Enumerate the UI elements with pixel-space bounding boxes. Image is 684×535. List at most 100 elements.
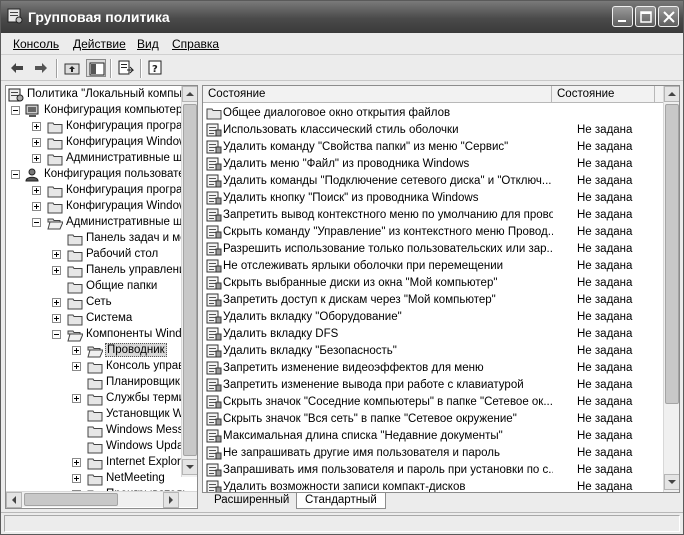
tree-item[interactable]: Панель задач и меню	[6, 231, 197, 247]
list-row[interactable]: Удалить кнопку "Поиск" из проводника Win…	[203, 190, 663, 207]
scroll-left-button[interactable]	[6, 492, 22, 508]
expand-icon[interactable]	[32, 122, 41, 131]
back-button[interactable]	[7, 59, 27, 77]
tree-item[interactable]: Конфигурация компьютера	[6, 103, 189, 119]
list-row[interactable]: Запретить доступ к дискам через "Мой ком…	[203, 292, 663, 309]
tree-item[interactable]: Общие папки	[6, 279, 181, 295]
expand-icon[interactable]	[72, 362, 81, 371]
tree-item[interactable]: NetMeeting	[6, 471, 181, 487]
expand-icon[interactable]	[52, 266, 61, 275]
tree-item[interactable]: Компоненты Windows	[6, 327, 197, 343]
tree-item[interactable]: Проводник	[6, 343, 181, 359]
help-button[interactable]: ?	[146, 59, 166, 77]
scroll-down-button[interactable]	[182, 459, 197, 475]
tree-item[interactable]: Internet Explorer	[6, 455, 191, 471]
tree-item[interactable]: Система	[6, 311, 181, 327]
list-row[interactable]: Не отслеживать ярлыки оболочки при перем…	[203, 258, 663, 275]
tree-item[interactable]: Windows Messenger	[6, 423, 197, 439]
list-row[interactable]: Удалить команды "Подключение сетевого ди…	[203, 173, 663, 190]
tree-horizontal-scrollbar[interactable]	[6, 491, 197, 508]
menu-help[interactable]: Справка	[172, 37, 219, 51]
expand-icon[interactable]	[52, 314, 61, 323]
list-row[interactable]: Удалить вкладку DFS Не задана	[203, 326, 663, 343]
tab-standard[interactable]: Стандартный	[296, 493, 386, 509]
show-hide-tree-button[interactable]	[86, 59, 106, 77]
menu-action[interactable]: Действие	[73, 37, 126, 51]
menu-console[interactable]: Консоль	[13, 37, 59, 51]
tree-item[interactable]: Панель управления	[6, 263, 192, 279]
scroll-down-button[interactable]	[664, 474, 679, 490]
maximize-button[interactable]	[635, 6, 656, 27]
close-button[interactable]	[658, 6, 679, 27]
expand-icon[interactable]	[32, 138, 41, 147]
list-row[interactable]: Удалить возможности записи компакт-диско…	[203, 479, 663, 492]
expand-icon[interactable]	[32, 154, 41, 163]
expand-icon[interactable]	[72, 458, 81, 467]
scroll-up-button[interactable]	[664, 86, 679, 102]
export-list-button[interactable]	[116, 59, 136, 77]
tree-item[interactable]: Планировщик задач	[6, 375, 197, 391]
up-one-level-button[interactable]	[62, 59, 82, 77]
column-header-setting[interactable]: Состояние	[203, 86, 552, 103]
tree-item[interactable]: Конфигурация Windows	[6, 199, 193, 215]
console-tree[interactable]: Политика "Локальный компьютер" Конфигурац…	[5, 85, 198, 509]
list-row[interactable]: Запретить изменение видеоэффектов для ме…	[203, 360, 663, 377]
tree-item[interactable]: Конфигурация пользователя	[6, 167, 197, 183]
list-vertical-scrollbar[interactable]	[663, 86, 679, 492]
policy-list[interactable]: Состояние Состояние Общее диалоговое окн…	[202, 85, 680, 493]
expand-icon[interactable]	[32, 202, 41, 211]
collapse-icon[interactable]	[32, 218, 41, 227]
tree-item[interactable]: Конфигурация программ	[6, 119, 197, 135]
collapse-icon[interactable]	[11, 106, 20, 115]
tab-extended[interactable]: Расширенный	[206, 493, 297, 509]
expand-icon[interactable]	[72, 346, 81, 355]
expand-icon[interactable]	[32, 186, 41, 195]
list-row[interactable]: Запретить вывод контекстного меню по умо…	[203, 207, 663, 224]
list-row[interactable]: Скрыть команду "Управление" из контекстн…	[203, 224, 663, 241]
list-row[interactable]: Удалить команду "Свойства папки" из меню…	[203, 139, 663, 156]
tree-item[interactable]: Установщик Windows	[6, 407, 197, 423]
list-row[interactable]: Разрешить использование только пользоват…	[203, 241, 663, 258]
tree-item[interactable]: Политика "Локальный компьютер"	[6, 87, 197, 103]
scroll-thumb[interactable]	[183, 104, 197, 456]
list-row[interactable]: Удалить вкладку "Безопасность" Не задана	[203, 343, 663, 360]
setting-name: Не запрашивать другие имя пользователя и…	[223, 447, 500, 459]
list-row[interactable]: Скрыть выбранные диски из окна "Мой комп…	[203, 275, 663, 292]
list-row[interactable]: Запретить изменение вывода при работе с …	[203, 377, 663, 394]
tree-item[interactable]: Конфигурация программ	[6, 183, 197, 199]
menu-view[interactable]: Вид	[137, 37, 159, 51]
tree-item[interactable]: Рабочий стол	[6, 247, 181, 263]
scroll-thumb-horizontal[interactable]	[24, 493, 118, 506]
expand-icon[interactable]	[72, 394, 81, 403]
forward-button[interactable]	[31, 59, 51, 77]
tree-item[interactable]: Административные шаблоны	[6, 215, 197, 231]
tree-vertical-scrollbar[interactable]	[181, 86, 197, 477]
expand-icon[interactable]	[72, 474, 81, 483]
scroll-right-button[interactable]	[163, 492, 179, 508]
tree-item[interactable]: Конфигурация Windows	[6, 135, 193, 151]
tree-item[interactable]: Windows Update	[6, 439, 193, 455]
list-row[interactable]: Максимальная длина списка "Недавние доку…	[203, 428, 663, 445]
list-row[interactable]: Запрашивать имя пользователя и пароль пр…	[203, 462, 663, 479]
expand-icon[interactable]	[52, 298, 61, 307]
list-row[interactable]: Использовать классический стиль оболочки…	[203, 122, 663, 139]
tree-item[interactable]: Сеть	[6, 295, 181, 311]
list-row[interactable]: Удалить вкладку "Оборудование" Не задана	[203, 309, 663, 326]
scroll-thumb[interactable]	[665, 104, 679, 404]
list-row[interactable]: Скрыть значок "Вся сеть" в папке "Сетево…	[203, 411, 663, 428]
column-header-state[interactable]: Состояние	[552, 86, 655, 103]
collapse-icon[interactable]	[11, 170, 20, 179]
scroll-up-button[interactable]	[182, 86, 197, 102]
list-row[interactable]: Скрыть значок "Соседние компьютеры" в па…	[203, 394, 663, 411]
list-row[interactable]: Общее диалоговое окно открытия файлов	[203, 105, 663, 122]
tree-item[interactable]: Службы терминалов	[6, 391, 197, 407]
collapse-icon[interactable]	[52, 330, 61, 339]
list-row[interactable]: Удалить меню "Файл" из проводника Window…	[203, 156, 663, 173]
title-bar[interactable]: Групповая политика	[1, 1, 683, 33]
folder-icon	[87, 376, 103, 390]
tree-item[interactable]: Административные шаблоны	[6, 151, 197, 167]
minimize-button[interactable]	[612, 6, 633, 27]
tree-item[interactable]: Консоль управления	[6, 359, 197, 375]
expand-icon[interactable]	[52, 250, 61, 259]
list-row[interactable]: Не запрашивать другие имя пользователя и…	[203, 445, 663, 462]
